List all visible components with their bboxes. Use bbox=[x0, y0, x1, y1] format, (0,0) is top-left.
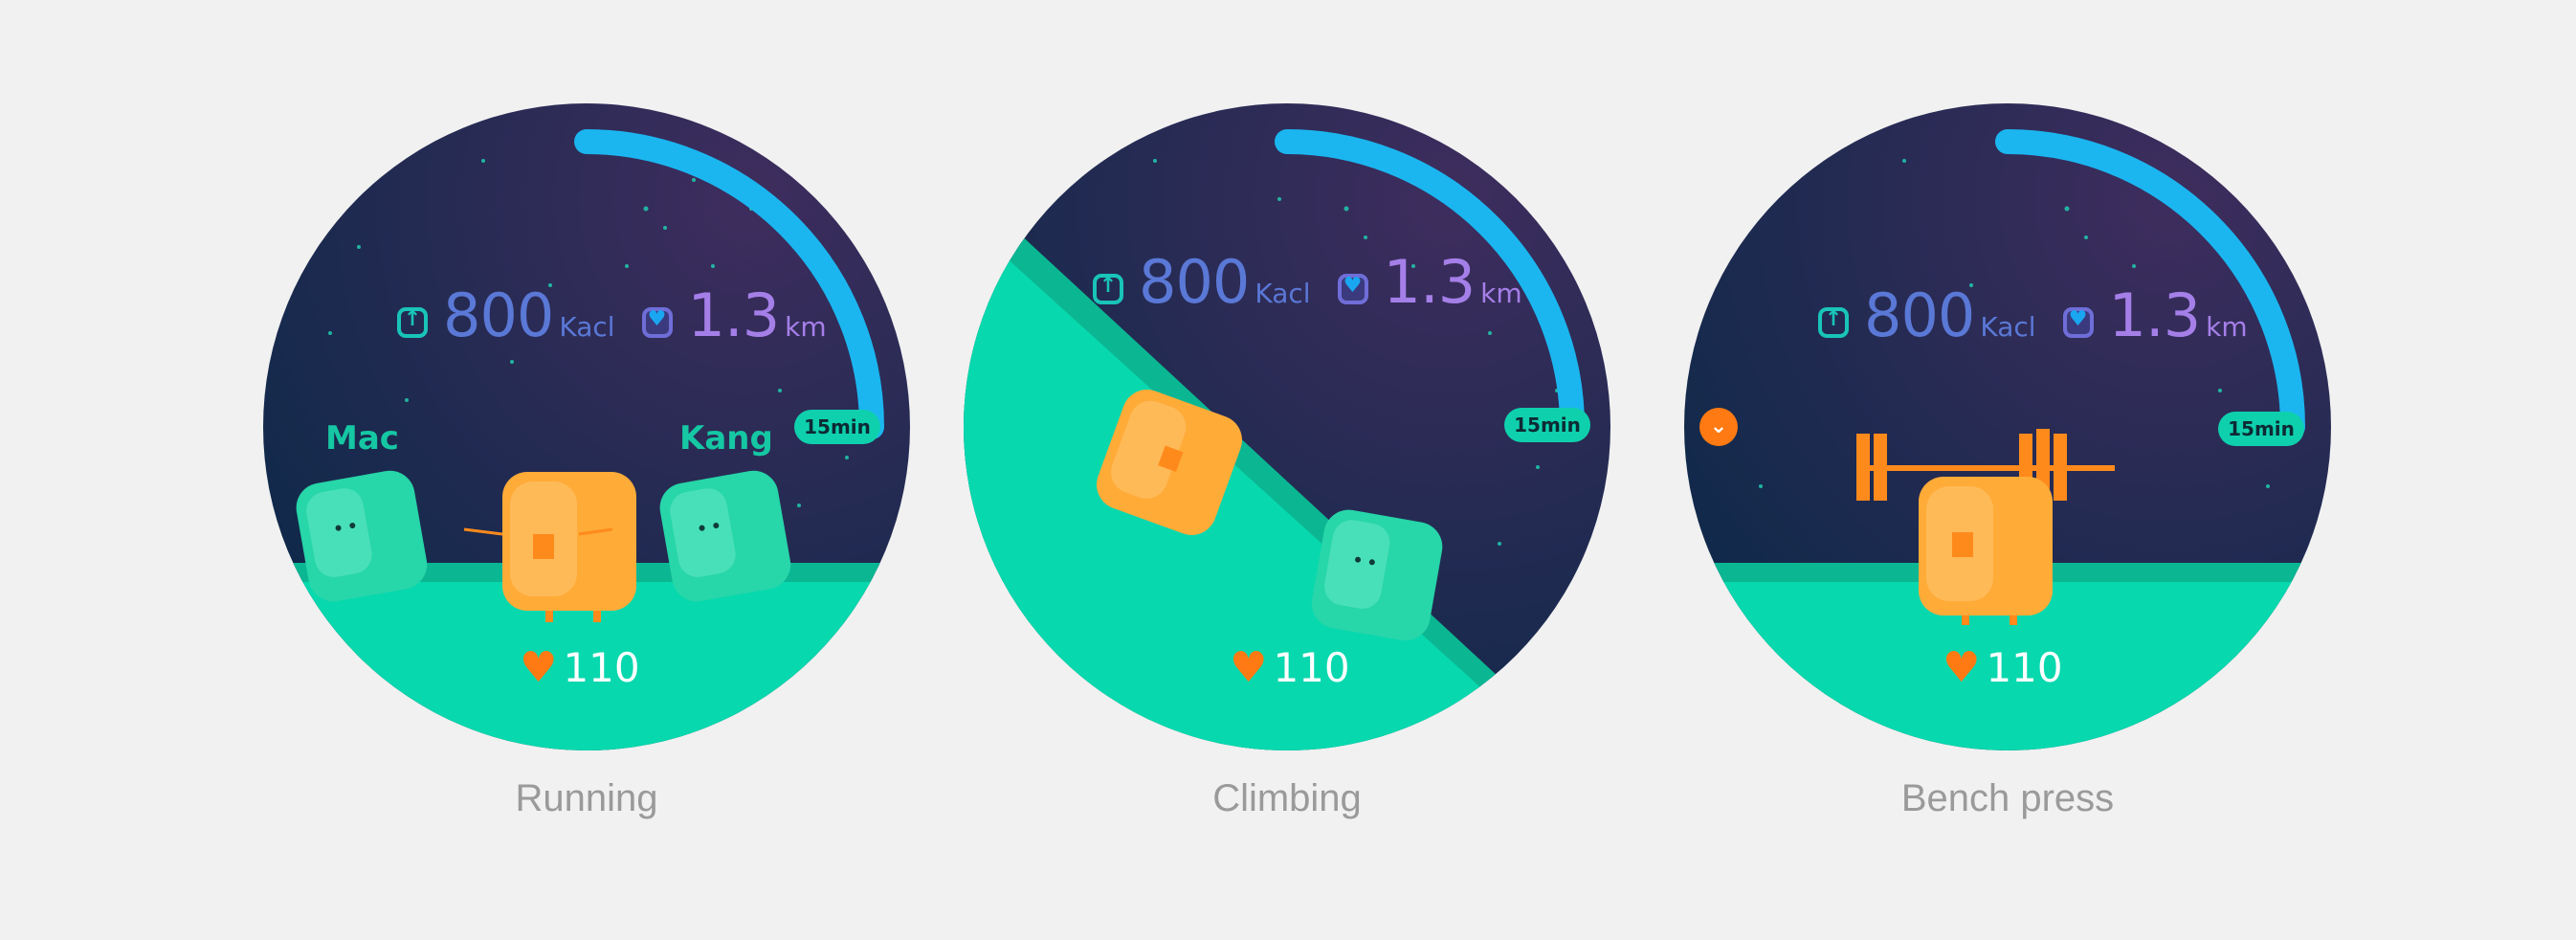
distance-value: 1.3 bbox=[1383, 247, 1477, 317]
caption-climbing: Climbing bbox=[1212, 777, 1362, 819]
caption-bench-press: Bench press bbox=[1900, 777, 2115, 819]
distance-unit: km bbox=[2206, 311, 2248, 343]
arrow-up-icon: ↑ bbox=[1818, 307, 1849, 338]
character-player bbox=[1919, 477, 2053, 625]
heart-icon: ♥ bbox=[1337, 274, 1368, 304]
calories-stat: ↑ 800 Kacl ♥ 1.3 km bbox=[1818, 280, 2248, 350]
calories-stat: ↑ 800 Kacl ♥ 1.3 km bbox=[1093, 247, 1522, 317]
heart-rate-value: 110 bbox=[1273, 644, 1350, 691]
arrow-up-icon: ↑ bbox=[397, 307, 428, 338]
player-name-kang: Kang bbox=[679, 419, 773, 458]
distance-value: 1.3 bbox=[687, 280, 781, 350]
character-kang bbox=[659, 470, 791, 602]
calories-unit: Kacl bbox=[559, 311, 615, 343]
character-mac bbox=[296, 470, 428, 602]
heart-icon: ♥ bbox=[2062, 307, 2094, 338]
heart-rate-value: 110 bbox=[1986, 644, 2063, 691]
duration-badge: 15min bbox=[1504, 408, 1590, 442]
calories-value: 800 bbox=[443, 280, 554, 350]
heart-rate-value: 110 bbox=[563, 644, 640, 691]
caption-running: Running bbox=[515, 777, 658, 819]
arrow-up-icon: ↑ bbox=[1093, 274, 1123, 304]
chevron-down-icon[interactable]: ⌄ bbox=[1699, 408, 1738, 446]
watch-screen-running: ↑ 800 Kacl ♥ 1.3 km 15min Mac Kang ♥ 110 bbox=[263, 103, 910, 750]
calories-unit: Kacl bbox=[1980, 311, 2036, 343]
heart-icon: ♥ bbox=[1943, 642, 1981, 692]
heart-rate: ♥ 110 bbox=[520, 644, 640, 691]
watch-screen-bench-press: ⌄ ↑ 800 Kacl ♥ 1.3 km 15min ♥ 110 bbox=[1684, 103, 2331, 750]
heart-icon: ♥ bbox=[520, 642, 558, 692]
calories-unit: Kacl bbox=[1255, 278, 1311, 309]
distance-unit: km bbox=[1480, 278, 1522, 309]
calories-value: 800 bbox=[1139, 247, 1250, 317]
calories-stat: ↑ 800 Kacl ♥ 1.3 km bbox=[397, 280, 827, 350]
heart-rate: ♥ 110 bbox=[1943, 644, 2063, 691]
duration-badge: 15min bbox=[794, 410, 880, 444]
heart-icon: ♥ bbox=[1230, 642, 1268, 692]
character-partner bbox=[1311, 509, 1443, 641]
player-name-mac: Mac bbox=[325, 419, 399, 458]
heart-rate: ♥ 110 bbox=[1230, 644, 1350, 691]
distance-unit: km bbox=[785, 311, 827, 343]
distance-value: 1.3 bbox=[2108, 280, 2202, 350]
watch-screen-climbing: ↑ 800 Kacl ♥ 1.3 km 15min ♥ 110 bbox=[964, 103, 1610, 750]
duration-badge: 15min bbox=[2218, 412, 2304, 446]
calories-value: 800 bbox=[1864, 280, 1975, 350]
heart-icon: ♥ bbox=[641, 307, 673, 338]
